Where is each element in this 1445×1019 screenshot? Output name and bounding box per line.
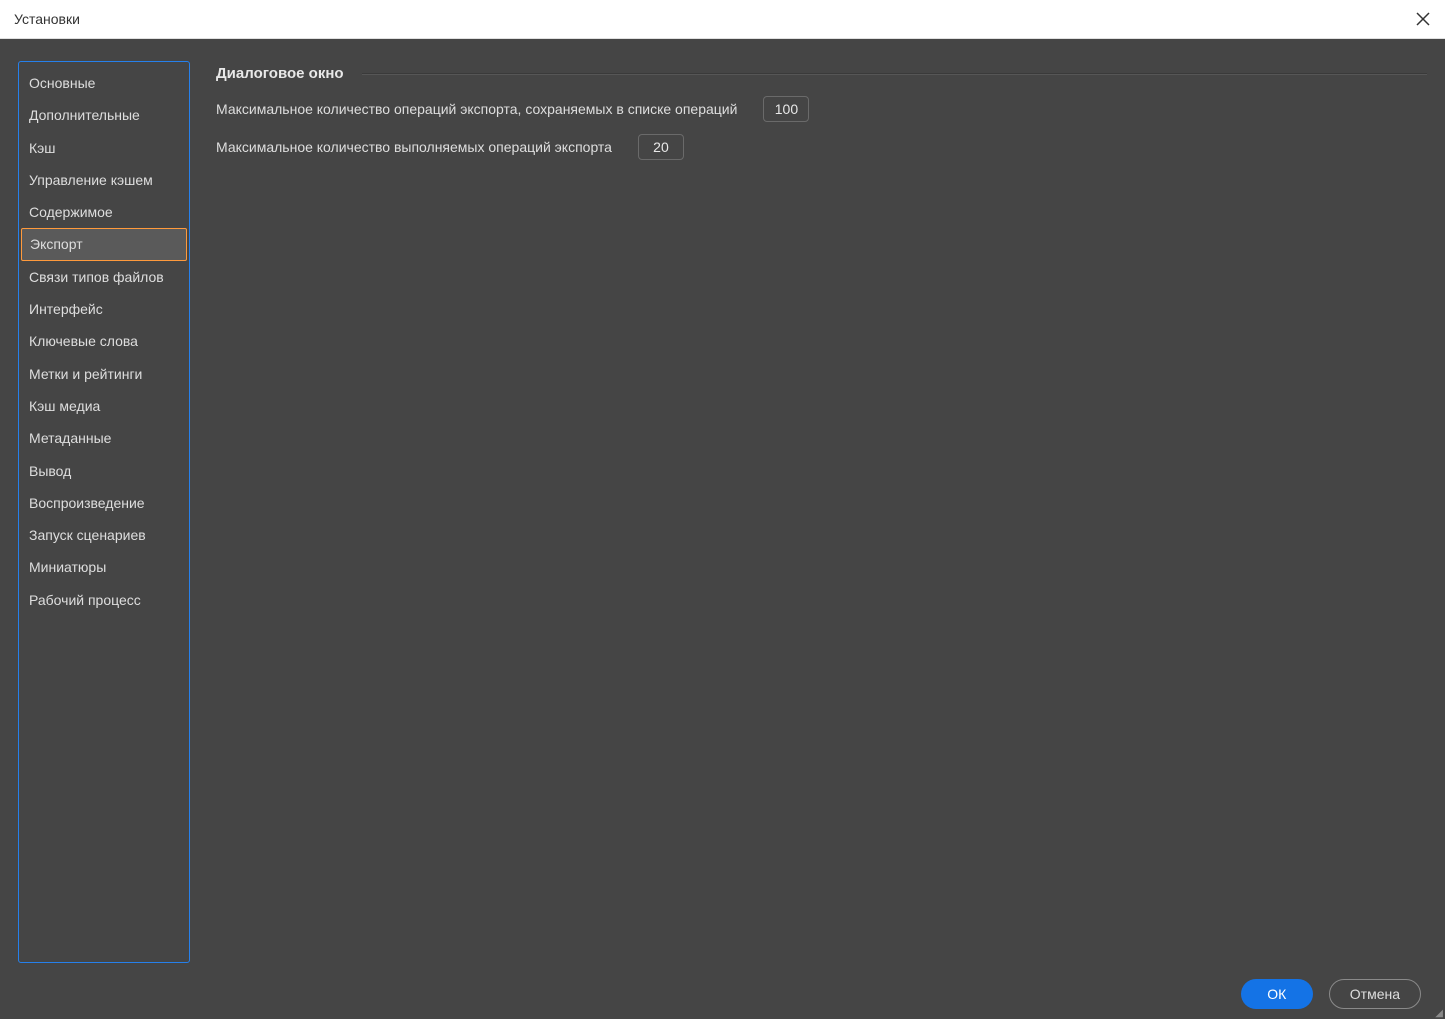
- section-header: Диалоговое окно: [216, 65, 1427, 82]
- sidebar-item-media-cache[interactable]: Кэш медиа: [19, 390, 189, 422]
- sidebar-item-label: Ключевые слова: [29, 333, 138, 349]
- sidebar-item-label: Вывод: [29, 463, 71, 479]
- sidebar-item-label: Связи типов файлов: [29, 269, 164, 285]
- form-label: Максимальное количество операций экспорт…: [216, 101, 737, 117]
- form-row-max-saved-exports: Максимальное количество операций экспорт…: [216, 94, 1427, 124]
- sidebar-item-thumbnails[interactable]: Миниатюры: [19, 551, 189, 583]
- section-divider: [362, 73, 1427, 75]
- sidebar-item-keywords[interactable]: Ключевые слова: [19, 325, 189, 357]
- sidebar-item-label: Интерфейс: [29, 301, 103, 317]
- sidebar-item-label: Метаданные: [29, 430, 111, 446]
- sidebar-item-label: Управление кэшем: [29, 172, 153, 188]
- sidebar-item-label: Воспроизведение: [29, 495, 145, 511]
- sidebar-item-labels-ratings[interactable]: Метки и рейтинги: [19, 358, 189, 390]
- window-title: Установки: [14, 11, 80, 27]
- sidebar-item-general[interactable]: Основные: [19, 67, 189, 99]
- close-icon[interactable]: [1413, 9, 1433, 29]
- sidebar-item-label: Содержимое: [29, 204, 113, 220]
- sidebar-item-metadata[interactable]: Метаданные: [19, 422, 189, 454]
- sidebar-item-file-type-associations[interactable]: Связи типов файлов: [19, 261, 189, 293]
- sidebar-item-label: Кэш: [29, 140, 56, 156]
- sidebar-item-interface[interactable]: Интерфейс: [19, 293, 189, 325]
- form-row-max-running-exports: Максимальное количество выполняемых опер…: [216, 132, 1427, 162]
- sidebar-item-cache-management[interactable]: Управление кэшем: [19, 164, 189, 196]
- sidebar-item-output[interactable]: Вывод: [19, 455, 189, 487]
- preferences-sidebar: Основные Дополнительные Кэш Управление к…: [18, 61, 190, 963]
- export-panel: Диалоговое окно Максимальное количество …: [216, 61, 1427, 963]
- sidebar-item-label: Миниатюры: [29, 559, 106, 575]
- sidebar-item-label: Рабочий процесс: [29, 592, 141, 608]
- form-label: Максимальное количество выполняемых опер…: [216, 139, 612, 155]
- sidebar-item-label: Запуск сценариев: [29, 527, 146, 543]
- sidebar-item-label: Основные: [29, 75, 95, 91]
- main-row: Основные Дополнительные Кэш Управление к…: [18, 61, 1427, 963]
- cancel-button[interactable]: Отмена: [1329, 979, 1421, 1009]
- max-saved-exports-input[interactable]: [763, 96, 809, 122]
- max-running-exports-input[interactable]: [638, 134, 684, 160]
- ok-button[interactable]: ОК: [1241, 979, 1313, 1009]
- sidebar-item-label: Экспорт: [30, 236, 83, 252]
- sidebar-item-label: Дополнительные: [29, 107, 140, 123]
- sidebar-item-workflow[interactable]: Рабочий процесс: [19, 584, 189, 616]
- sidebar-item-cache[interactable]: Кэш: [19, 132, 189, 164]
- resize-handle-icon: ◢: [1435, 1011, 1443, 1017]
- sidebar-item-startup-scripts[interactable]: Запуск сценариев: [19, 519, 189, 551]
- content-area: Основные Дополнительные Кэш Управление к…: [0, 39, 1445, 1019]
- dialog-footer: ОК Отмена: [18, 971, 1427, 1009]
- section-title: Диалоговое окно: [216, 65, 344, 82]
- sidebar-item-label: Кэш медиа: [29, 398, 100, 414]
- sidebar-item-label: Метки и рейтинги: [29, 366, 142, 382]
- sidebar-item-export[interactable]: Экспорт: [21, 228, 187, 260]
- sidebar-item-content[interactable]: Содержимое: [19, 196, 189, 228]
- sidebar-item-advanced[interactable]: Дополнительные: [19, 99, 189, 131]
- titlebar: Установки: [0, 0, 1445, 39]
- sidebar-item-playback[interactable]: Воспроизведение: [19, 487, 189, 519]
